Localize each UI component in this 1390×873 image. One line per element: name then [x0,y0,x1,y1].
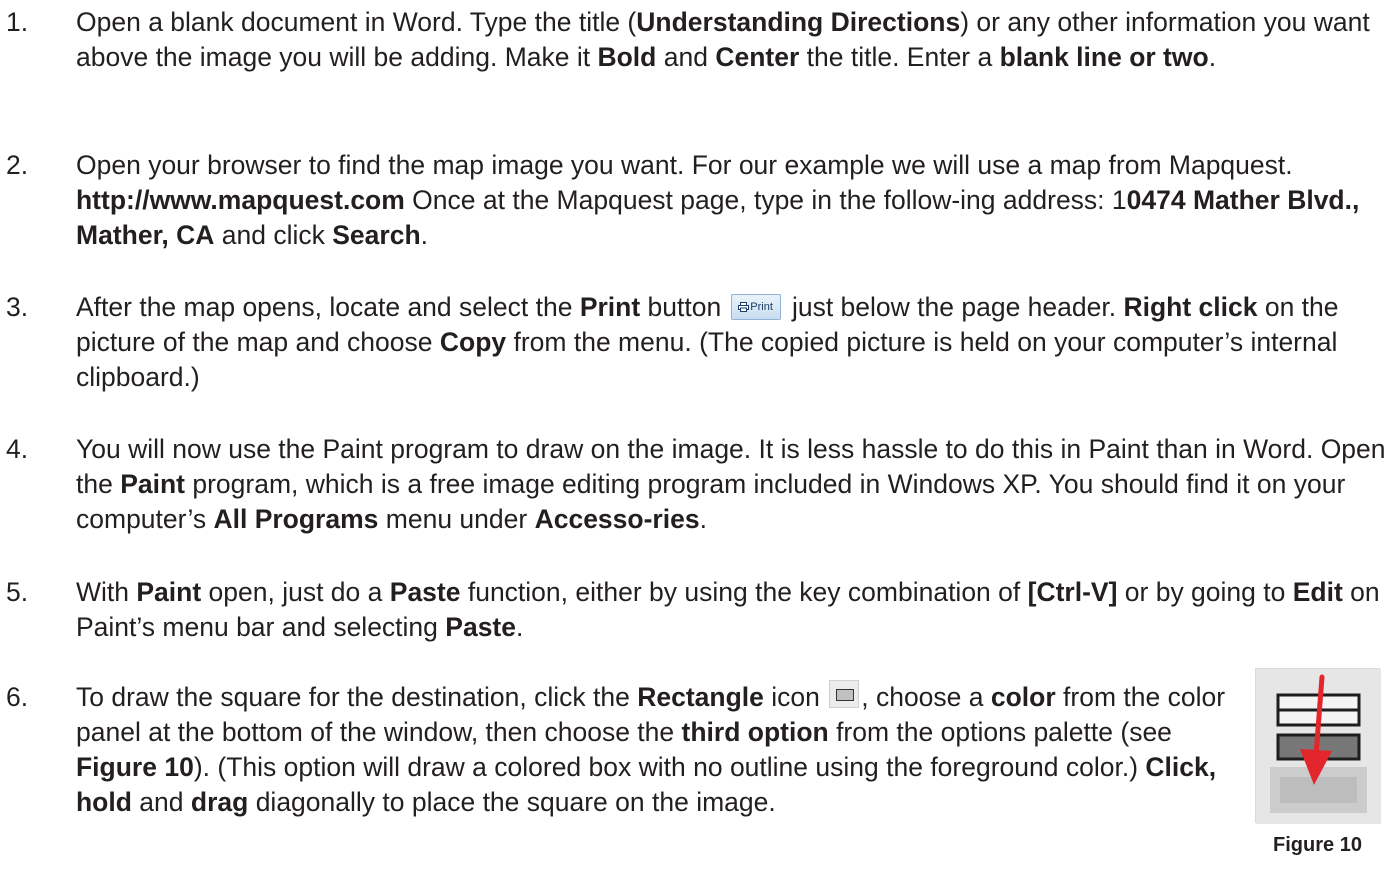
step-number: 6. [6,682,29,712]
step-text: Open a blank document in Word. Type the … [76,7,1370,72]
step-text: You will now use the Paint program to dr… [76,434,1386,534]
step-text: With Paint open, just do a Paste functio… [76,577,1380,642]
figure-caption: Figure 10 [1273,834,1362,856]
step-text: After the map opens, locate and select t… [76,292,1339,392]
step-number: 2. [6,150,29,180]
figure-10: Figure 10 [1255,668,1383,857]
options-palette-icon [1256,669,1381,824]
print-button-label: Print [750,301,773,313]
print-button-image: Print [730,294,781,320]
step-text: Open your browser to find the map image … [76,150,1360,250]
step-number: 5. [6,577,29,607]
rectangle-tool-icon [829,680,860,708]
step-number: 4. [6,434,29,464]
mapquest-url: http://www.mapquest.com [76,185,405,215]
options-palette-image [1255,668,1381,824]
step-number: 1. [6,7,29,37]
printer-icon [738,302,750,312]
step-text: To draw the square for the destination, … [76,680,1226,817]
step-number: 3. [6,292,29,322]
